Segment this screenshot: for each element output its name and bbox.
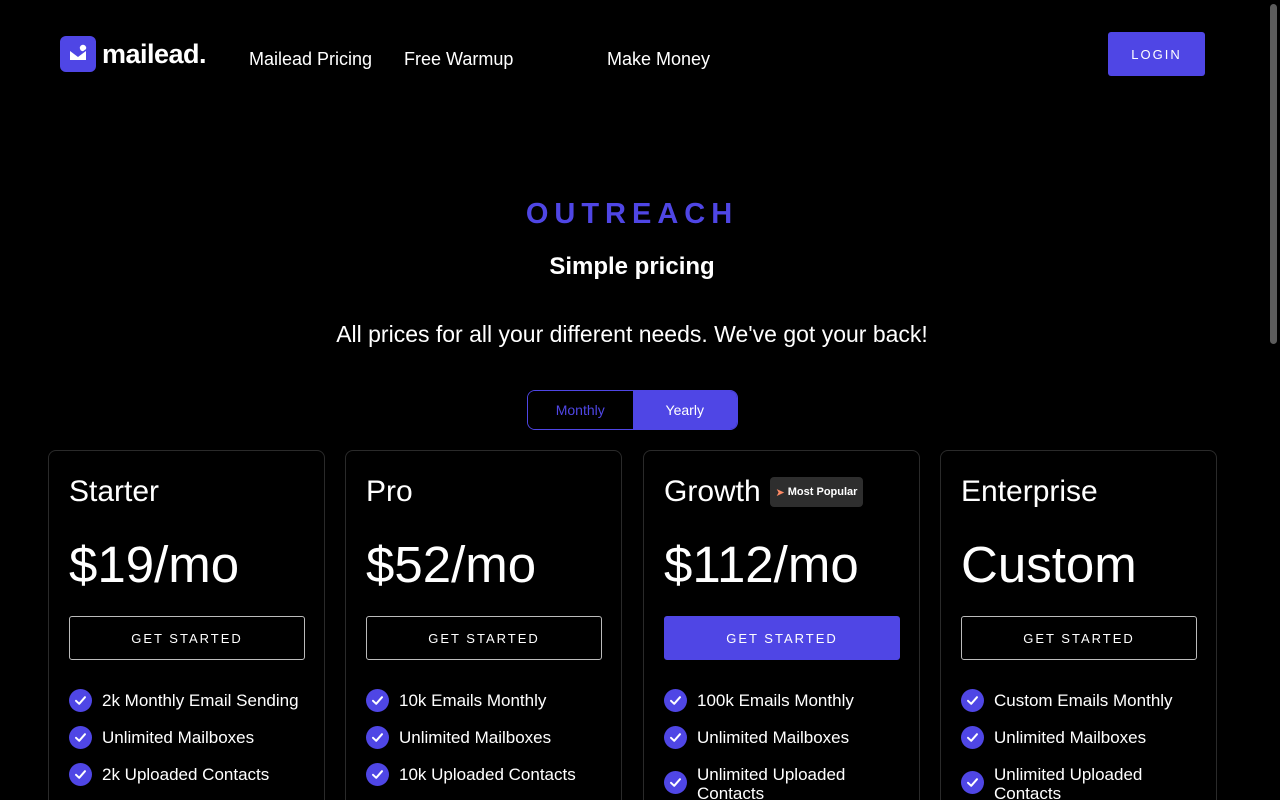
nav-mailead-pricing[interactable]: Mailead Pricing — [249, 48, 372, 70]
site-header: mailead. Mailead Pricing Free Warmup Mak… — [60, 32, 1205, 76]
feature-text: Unlimited Uploaded Contacts — [697, 765, 846, 800]
check-circle-icon — [664, 726, 687, 749]
check-circle-icon — [69, 689, 92, 712]
logo-text: mailead. — [102, 39, 207, 69]
plan-price: $19/mo — [69, 536, 240, 593]
check-circle-icon — [664, 771, 687, 794]
scrollbar-thumb[interactable] — [1270, 4, 1277, 344]
feature-text: Unlimited Mailboxes — [697, 728, 850, 747]
plan-name: Enterprise — [961, 475, 1098, 508]
list-item: 2k Uploaded Contacts — [69, 763, 309, 786]
list-item: Unlimited Uploaded Contacts — [961, 763, 1201, 800]
rocket-icon: ➤ — [775, 486, 785, 499]
get-started-button-starter[interactable]: GET STARTED — [69, 616, 305, 660]
plan-card-growth: Growth ➤ Most Popular $112/mo GET STARTE… — [643, 450, 920, 800]
list-item: 10k Uploaded Contacts — [366, 763, 606, 786]
feature-text: 2k Uploaded Contacts — [102, 765, 270, 784]
plan-price: Custom — [961, 536, 1137, 593]
nav-free-warmup[interactable]: Free Warmup — [404, 48, 513, 70]
check-circle-icon — [366, 763, 389, 786]
list-item: Custom Emails Monthly — [961, 689, 1201, 712]
plan-card-enterprise: Enterprise Custom GET STARTED Custom Ema… — [940, 450, 1217, 800]
check-circle-icon — [366, 726, 389, 749]
feature-text: 10k Uploaded Contacts — [399, 765, 576, 784]
login-button[interactable]: LOGIN — [1108, 32, 1205, 76]
list-item: Unlimited Mailboxes — [69, 726, 309, 749]
check-circle-icon — [664, 689, 687, 712]
plan-name: Growth — [664, 475, 761, 508]
check-circle-icon — [366, 689, 389, 712]
feature-list: 10k Emails Monthly Unlimited Mailboxes 1… — [366, 689, 606, 800]
most-popular-badge: ➤ Most Popular — [770, 477, 863, 507]
feature-list: 100k Emails Monthly Unlimited Mailboxes … — [664, 689, 904, 800]
toggle-yearly[interactable]: Yearly — [632, 391, 737, 429]
plan-price: $112/mo — [664, 536, 859, 593]
feature-text: 100k Emails Monthly — [697, 691, 854, 710]
list-item: Unlimited Mailboxes — [366, 726, 606, 749]
list-item: 10k Emails Monthly — [366, 689, 606, 712]
plan-name: Starter — [69, 475, 160, 508]
list-item: Unlimited Mailboxes — [961, 726, 1201, 749]
list-item: 100k Emails Monthly — [664, 689, 904, 712]
nav-make-money[interactable]: Make Money — [607, 48, 710, 70]
feature-text: Unlimited Mailboxes — [399, 728, 552, 747]
feature-list: 2k Monthly Email Sending Unlimited Mailb… — [69, 689, 309, 800]
billing-toggle: Monthly Yearly — [527, 390, 738, 430]
mail-heart-icon — [60, 36, 96, 72]
toggle-monthly[interactable]: Monthly — [528, 391, 633, 429]
plan-card-pro: Pro $52/mo GET STARTED 10k Emails Monthl… — [345, 450, 622, 800]
feature-text: 10k Emails Monthly — [399, 691, 547, 710]
list-item: Unlimited Uploaded Contacts — [664, 763, 904, 800]
check-circle-icon — [69, 726, 92, 749]
plan-card-starter: Starter $19/mo GET STARTED 2k Monthly Em… — [48, 450, 325, 800]
feature-text: Custom Emails Monthly — [994, 691, 1173, 710]
list-item: Unlimited Mailboxes — [664, 726, 904, 749]
feature-text: Unlimited Uploaded Contacts — [994, 765, 1143, 800]
feature-text: 2k Monthly Email Sending — [102, 691, 299, 710]
page-scrollbar[interactable] — [1268, 0, 1280, 800]
get-started-button-growth[interactable]: GET STARTED — [664, 616, 900, 660]
feature-text: Unlimited Mailboxes — [102, 728, 255, 747]
pricing-page: mailead. Mailead Pricing Free Warmup Mak… — [0, 0, 1280, 800]
feature-list: Custom Emails Monthly Unlimited Mailboxe… — [961, 689, 1201, 800]
plan-price: $52/mo — [366, 536, 537, 593]
list-item: 2k Monthly Email Sending — [69, 689, 309, 712]
page-subtitle: All prices for all your different needs.… — [336, 321, 928, 347]
page-title: Simple pricing — [549, 253, 715, 280]
get-started-button-enterprise[interactable]: GET STARTED — [961, 616, 1197, 660]
check-circle-icon — [961, 689, 984, 712]
section-eyebrow: OUTREACH — [525, 198, 739, 230]
logo-link[interactable]: mailead. — [60, 36, 207, 72]
check-circle-icon — [961, 771, 984, 794]
get-started-button-pro[interactable]: GET STARTED — [366, 616, 602, 660]
badge-label: Most Popular — [787, 486, 858, 498]
feature-text: Unlimited Mailboxes — [994, 728, 1147, 747]
check-circle-icon — [69, 763, 92, 786]
check-circle-icon — [961, 726, 984, 749]
plan-name: Pro — [366, 475, 413, 508]
